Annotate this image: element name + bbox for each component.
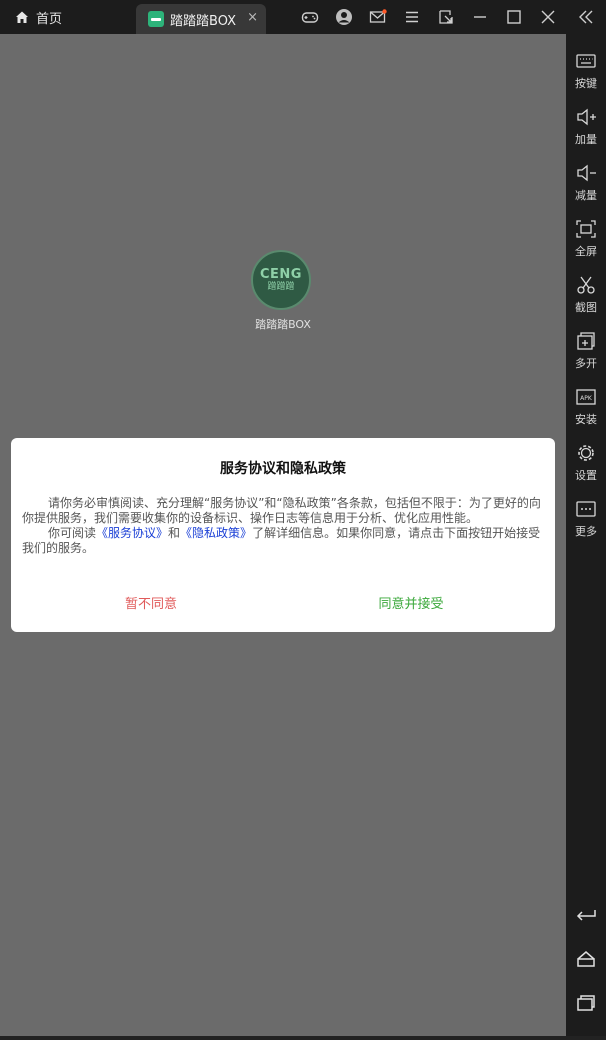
app-logo: CENG 蹭蹭蹭 <box>251 250 311 310</box>
fullscreen-label: 全屏 <box>575 245 597 258</box>
collapse-sidebar-icon[interactable] <box>575 6 597 28</box>
account-icon[interactable] <box>333 6 355 28</box>
right-toolbar: 按键 加量 减量 全屏 截图 多开 APK 安装 设置 更多 <box>566 34 606 1036</box>
settings-label: 设置 <box>575 469 597 482</box>
para2-prefix: 你可阅读 <box>48 526 97 540</box>
close-tab-icon[interactable]: × <box>247 11 258 25</box>
volume-up-button[interactable]: 加量 <box>566 106 606 156</box>
mail-icon[interactable] <box>367 6 389 28</box>
volume-down-label: 减量 <box>575 189 597 202</box>
recent-apps-icon[interactable] <box>575 992 597 1014</box>
back-icon[interactable] <box>575 904 597 926</box>
scissors-icon <box>577 276 595 294</box>
home-icon <box>16 11 28 23</box>
volume-up-label: 加量 <box>575 133 597 146</box>
menu-icon[interactable] <box>401 6 423 28</box>
gamepad-icon[interactable] <box>299 6 321 28</box>
dialog-paragraph-2: 你可阅读《服务协议》和《隐私政策》了解详细信息。如果你同意，请点击下面按钮开始接… <box>22 526 544 556</box>
install-label: 安装 <box>575 413 597 426</box>
dialog-paragraph-1: 请你务必审慎阅读、充分理解“服务协议”和“隐私政策”各条款，包括但不限于：为了更… <box>22 496 541 525</box>
multi-instance-label: 多开 <box>575 357 597 370</box>
settings-button[interactable]: 设置 <box>566 442 606 492</box>
reject-button[interactable]: 暂不同意 <box>91 593 211 612</box>
multi-instance-icon <box>577 332 595 350</box>
screenshot-button[interactable]: 截图 <box>566 274 606 324</box>
home-tab-label: 首页 <box>36 11 63 27</box>
multi-instance-button[interactable]: 多开 <box>566 330 606 380</box>
apk-icon: APK <box>576 389 596 405</box>
agreement-dialog: 服务协议和隐私政策 请你务必审慎阅读、充分理解“服务协议”和“隐私政策”各条款，… <box>11 438 555 632</box>
para2-and: 和 <box>168 526 181 540</box>
emulator-window: 首页 踏踏踏BOX × CENG 蹭蹭蹭 踏踏踏BOX 服务协议和隐私政策 请你… <box>0 0 606 1040</box>
home-tab[interactable]: 首页 <box>14 0 62 34</box>
screenshot-label: 截图 <box>575 301 597 314</box>
app-label: 踏踏踏BOX <box>255 318 311 331</box>
app-tab-icon <box>148 11 164 27</box>
dialog-title: 服务协议和隐私政策 <box>220 461 346 477</box>
keys-button[interactable]: 按键 <box>566 50 606 100</box>
gear-icon <box>578 445 594 461</box>
dialog-body: 请你务必审慎阅读、充分理解“服务协议”和“隐私政策”各条款，包括但不限于：为了更… <box>22 496 544 556</box>
window-bottom-edge <box>0 1036 606 1040</box>
home-nav-icon[interactable] <box>575 948 597 970</box>
volume-up-icon <box>577 108 596 126</box>
close-window-icon[interactable] <box>537 6 559 28</box>
privacy-policy-link[interactable]: 《隐私政策》 <box>180 526 252 540</box>
keyboard-icon <box>576 54 596 68</box>
app-logo-text: CENG <box>260 266 302 282</box>
more-label: 更多 <box>575 525 597 538</box>
fullscreen-button[interactable]: 全屏 <box>566 218 606 268</box>
maximize-icon[interactable] <box>503 6 525 28</box>
keys-label: 按键 <box>575 77 597 90</box>
minimize-icon[interactable] <box>469 6 491 28</box>
title-bar: 首页 踏踏踏BOX × <box>0 0 606 34</box>
volume-down-icon <box>577 164 596 182</box>
app-tab[interactable]: 踏踏踏BOX × <box>136 4 266 34</box>
svg-text:APK: APK <box>580 395 593 402</box>
more-button[interactable]: 更多 <box>566 498 606 548</box>
app-tab-label: 踏踏踏BOX <box>170 13 236 29</box>
service-agreement-link[interactable]: 《服务协议》 <box>96 526 168 540</box>
volume-down-button[interactable]: 减量 <box>566 162 606 212</box>
install-apk-button[interactable]: APK 安装 <box>566 386 606 436</box>
accept-button[interactable]: 同意并接受 <box>351 593 471 612</box>
app-launcher-icon[interactable]: CENG 蹭蹭蹭 <box>251 250 315 314</box>
fullscreen-icon <box>576 220 596 238</box>
more-icon <box>576 501 596 517</box>
app-logo-subtext: 蹭蹭蹭 <box>267 281 295 292</box>
minimize-to-corner-icon[interactable] <box>435 6 457 28</box>
